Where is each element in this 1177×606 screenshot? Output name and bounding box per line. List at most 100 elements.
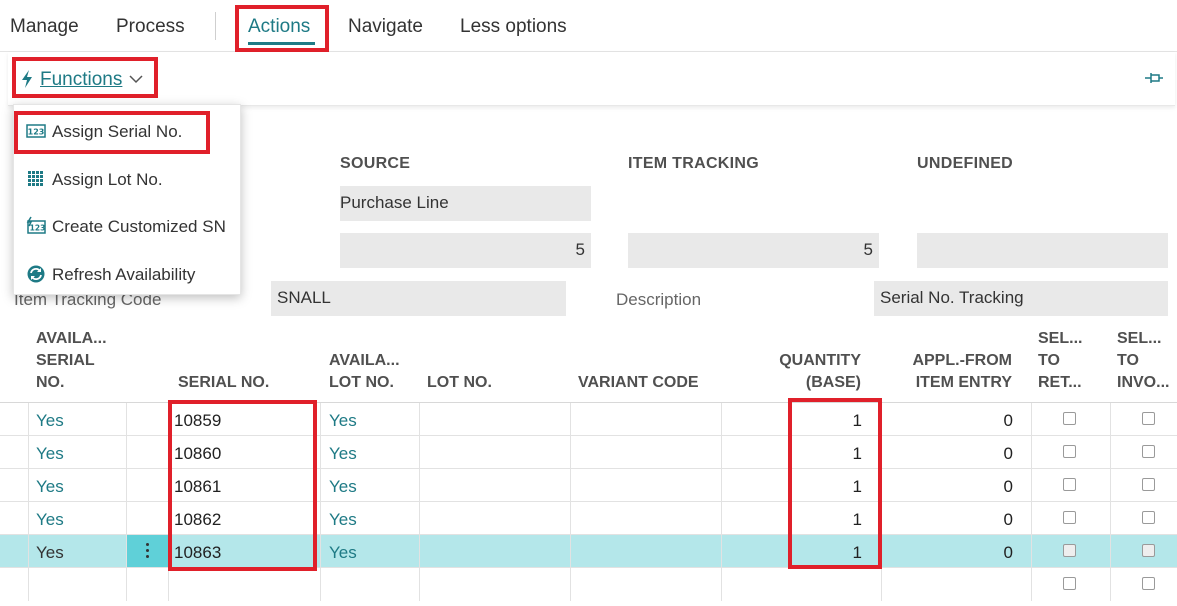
description-field[interactable]: Serial No. Tracking bbox=[874, 281, 1168, 316]
col-header-serial-no[interactable]: SERIAL NO. bbox=[178, 372, 269, 394]
menu-item-create-customized-sn[interactable]: 123 Create Customized SN bbox=[14, 206, 240, 246]
svg-text:123: 123 bbox=[28, 128, 45, 137]
source-quantity-field: 5 bbox=[340, 233, 591, 268]
col-header-avail-lot[interactable]: AVAILA... LOT NO. bbox=[329, 350, 400, 394]
menu-separator bbox=[215, 12, 216, 40]
cell-avail-lot[interactable]: Yes bbox=[329, 543, 357, 563]
menu-item-label: Create Customized SN bbox=[52, 217, 226, 236]
select-to-invoice-checkbox[interactable] bbox=[1142, 412, 1155, 425]
grid-line bbox=[1110, 403, 1111, 601]
grid-line bbox=[28, 403, 29, 601]
grid-line bbox=[721, 403, 722, 601]
cell-quantity[interactable]: 1 bbox=[800, 510, 862, 530]
menu-item-assign-serial-no[interactable]: 123 Assign Serial No. bbox=[14, 111, 240, 151]
cell-quantity[interactable]: 1 bbox=[800, 411, 862, 431]
functions-dropdown: 123 Assign Serial No. Assign Lot No. 123… bbox=[13, 104, 241, 295]
table-row[interactable]: Yes 10859 Yes 1 0 bbox=[0, 403, 1177, 436]
menu-item-label: Assign Serial No. bbox=[52, 122, 183, 141]
cell-avail-serial[interactable]: Yes bbox=[36, 411, 64, 431]
cell-avail-lot[interactable]: Yes bbox=[329, 510, 357, 530]
functions-label: Functions bbox=[40, 69, 123, 90]
col-header-appl-from[interactable]: APPL.-FROM ITEM ENTRY bbox=[905, 350, 1012, 394]
row-actions-icon[interactable] bbox=[127, 535, 169, 567]
header-line: APPL.-FROM bbox=[912, 352, 1012, 369]
col-header-variant-code[interactable]: VARIANT CODE bbox=[578, 372, 699, 394]
select-to-invoice-checkbox[interactable] bbox=[1142, 577, 1155, 590]
select-to-return-checkbox[interactable] bbox=[1063, 478, 1076, 491]
header-line: NO. bbox=[36, 374, 65, 391]
header-line: SERIAL bbox=[36, 352, 95, 369]
grid-line bbox=[168, 403, 169, 601]
cell-serial-no[interactable]: 10859 bbox=[174, 411, 221, 431]
table-row[interactable]: Yes 10861 Yes 1 0 bbox=[0, 469, 1177, 502]
customized-serial-icon: 123 bbox=[26, 216, 46, 234]
cell-appl-from[interactable]: 0 bbox=[950, 411, 1013, 431]
grid-line bbox=[1031, 403, 1032, 601]
header-line: (BASE) bbox=[805, 374, 861, 391]
ribbon: Functions bbox=[8, 52, 1175, 106]
col-header-avail-serial[interactable]: AVAILA... SERIAL NO. bbox=[36, 328, 107, 394]
select-to-return-checkbox[interactable] bbox=[1063, 577, 1076, 590]
cell-serial-no[interactable]: 10862 bbox=[174, 510, 221, 530]
serial-number-icon: 123 bbox=[26, 124, 46, 138]
cell-serial-no[interactable]: 10860 bbox=[174, 444, 221, 464]
header-line: LOT NO. bbox=[329, 374, 394, 391]
cell-avail-serial[interactable]: Yes bbox=[36, 543, 64, 563]
cell-serial-no[interactable]: 10861 bbox=[174, 477, 221, 497]
header-line: TO bbox=[1117, 352, 1139, 369]
col-header-sel-to-invo[interactable]: SEL... TO INVO... bbox=[1117, 328, 1169, 394]
menu-item-refresh-availability[interactable]: Refresh Availability bbox=[14, 254, 240, 294]
grid-line bbox=[570, 403, 571, 601]
cell-quantity[interactable]: 1 bbox=[800, 444, 862, 464]
description-label: Description bbox=[616, 290, 702, 309]
undefined-caption: UNDEFINED bbox=[917, 155, 1014, 172]
lightning-icon bbox=[22, 70, 32, 88]
cell-avail-serial[interactable]: Yes bbox=[36, 477, 64, 497]
cell-appl-from[interactable]: 0 bbox=[950, 444, 1013, 464]
table-row[interactable]: Yes 10862 Yes 1 0 bbox=[0, 502, 1177, 535]
select-to-return-checkbox[interactable] bbox=[1063, 412, 1076, 425]
table-row[interactable]: Yes 10860 Yes 1 0 bbox=[0, 436, 1177, 469]
menu-less-options[interactable]: Less options bbox=[460, 16, 567, 38]
cell-appl-from[interactable]: 0 bbox=[950, 543, 1013, 563]
header-line: AVAILA... bbox=[36, 330, 107, 347]
select-to-invoice-checkbox[interactable] bbox=[1142, 511, 1155, 524]
action-menu-bar: Manage Process Actions Navigate Less opt… bbox=[0, 0, 1177, 52]
grid-line bbox=[320, 403, 321, 601]
menu-manage[interactable]: Manage bbox=[10, 16, 79, 38]
cell-avail-lot[interactable]: Yes bbox=[329, 477, 357, 497]
grid-line bbox=[126, 403, 127, 601]
select-to-return-checkbox[interactable] bbox=[1063, 511, 1076, 524]
item-tracking-quantity-field: 5 bbox=[628, 233, 879, 268]
menu-item-assign-lot-no[interactable]: Assign Lot No. bbox=[14, 159, 240, 199]
col-header-sel-to-ret[interactable]: SEL... TO RET... bbox=[1038, 328, 1082, 394]
select-to-invoice-checkbox[interactable] bbox=[1142, 544, 1155, 557]
col-header-lot-no[interactable]: LOT NO. bbox=[427, 372, 492, 394]
cell-avail-serial[interactable]: Yes bbox=[36, 510, 64, 530]
col-header-quantity-base[interactable]: QUANTITY (BASE) bbox=[775, 350, 861, 394]
select-to-invoice-checkbox[interactable] bbox=[1142, 445, 1155, 458]
table-row-selected[interactable]: Yes 10863 Yes 1 0 bbox=[0, 535, 1177, 568]
table-row-new[interactable] bbox=[0, 568, 1177, 602]
cell-appl-from[interactable]: 0 bbox=[950, 510, 1013, 530]
cell-quantity[interactable]: 1 bbox=[800, 543, 862, 563]
menu-process[interactable]: Process bbox=[116, 16, 185, 38]
select-to-return-checkbox[interactable] bbox=[1063, 445, 1076, 458]
cell-avail-lot[interactable]: Yes bbox=[329, 411, 357, 431]
header-line: AVAILA... bbox=[329, 352, 400, 369]
item-tracking-code-field[interactable]: SNALL bbox=[271, 281, 566, 316]
cell-avail-lot[interactable]: Yes bbox=[329, 444, 357, 464]
menu-navigate[interactable]: Navigate bbox=[348, 16, 423, 38]
cell-avail-serial[interactable]: Yes bbox=[36, 444, 64, 464]
undefined-quantity-field bbox=[917, 233, 1168, 268]
header-line: RET... bbox=[1038, 374, 1082, 391]
cell-quantity[interactable]: 1 bbox=[800, 477, 862, 497]
cell-appl-from[interactable]: 0 bbox=[950, 477, 1013, 497]
pin-icon[interactable] bbox=[1143, 70, 1165, 86]
menu-actions[interactable]: Actions bbox=[248, 16, 310, 38]
header-line: QUANTITY bbox=[779, 352, 861, 369]
grid-line bbox=[419, 403, 420, 601]
select-to-return-checkbox[interactable] bbox=[1063, 544, 1076, 557]
select-to-invoice-checkbox[interactable] bbox=[1142, 478, 1155, 491]
cell-serial-no[interactable]: 10863 bbox=[174, 543, 221, 563]
